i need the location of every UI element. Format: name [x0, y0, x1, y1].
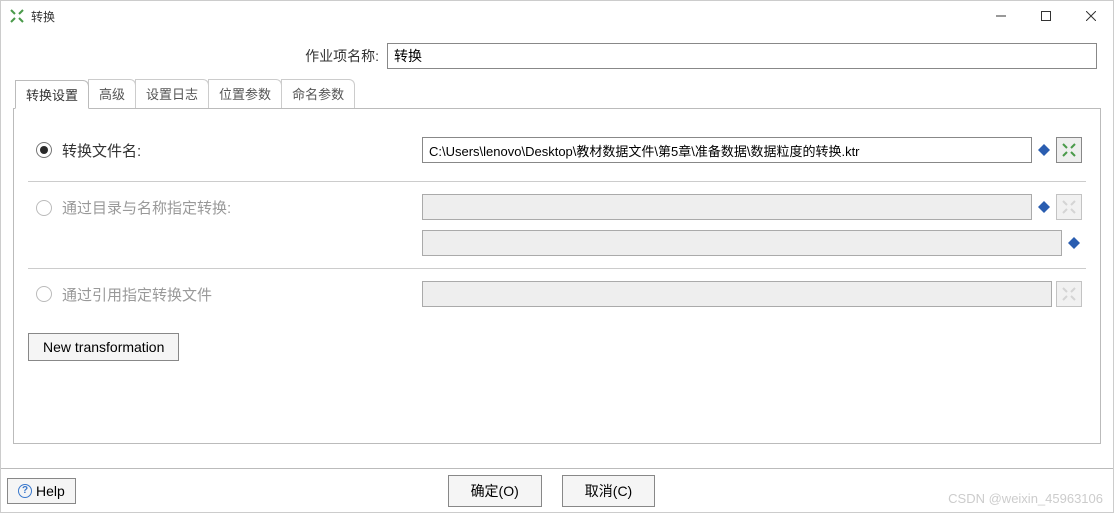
tabs: 转换设置 高级 设置日志 位置参数 命名参数	[13, 79, 1101, 109]
radio-ref-wrap[interactable]: 通过引用指定转换文件	[32, 284, 422, 305]
minimize-button[interactable]	[978, 2, 1023, 30]
job-name-row: 作业项名称:	[13, 43, 1101, 69]
close-button[interactable]	[1068, 2, 1113, 30]
section-file: 转换文件名:	[28, 123, 1086, 182]
app-icon	[9, 8, 25, 24]
ref-input	[422, 281, 1052, 307]
footer: ? Help 确定(O) 取消(C)	[1, 468, 1113, 512]
window-title: 转换	[31, 8, 978, 25]
section-dirname: 通过目录与名称指定转换:	[28, 182, 1086, 269]
radio-ref-label: 通过引用指定转换文件	[62, 284, 212, 305]
file-field-wrap	[422, 137, 1082, 163]
browse-button-disabled	[1056, 194, 1082, 220]
radio-file-wrap[interactable]: 转换文件名:	[32, 140, 422, 161]
section-ref: 通过引用指定转换文件	[28, 269, 1086, 319]
tab-transform-settings[interactable]: 转换设置	[15, 80, 89, 109]
radio-dirname-wrap[interactable]: 通过目录与名称指定转换:	[32, 194, 422, 218]
new-transformation-button[interactable]: New transformation	[28, 333, 179, 361]
directory-input	[422, 194, 1032, 220]
new-transformation-row: New transformation	[28, 333, 1086, 361]
tab-panel: 转换文件名: 通过目录与名称指定转换:	[13, 109, 1101, 444]
variable-icon	[1036, 199, 1052, 215]
ok-button[interactable]: 确定(O)	[448, 475, 542, 507]
radio-dirname[interactable]	[36, 200, 52, 216]
file-path-input[interactable]	[422, 137, 1032, 163]
name-input	[422, 230, 1062, 256]
variable-icon	[1066, 235, 1082, 251]
content-area: 作业项名称: 转换设置 高级 设置日志 位置参数 命名参数 转换文件名:	[1, 31, 1113, 444]
window-controls	[978, 2, 1113, 30]
help-label: Help	[36, 483, 65, 499]
tab-position-params[interactable]: 位置参数	[208, 79, 282, 108]
dialog-window: 转换 作业项名称: 转换设置 高级 设置日志 位置参数 命名参数 转换文件名:	[0, 0, 1114, 513]
dirname-fields	[422, 194, 1082, 256]
maximize-button[interactable]	[1023, 2, 1068, 30]
cancel-button[interactable]: 取消(C)	[562, 475, 655, 507]
variable-icon[interactable]	[1036, 142, 1052, 158]
ref-field-wrap	[422, 281, 1082, 307]
browse-button[interactable]	[1056, 137, 1082, 163]
radio-ref[interactable]	[36, 286, 52, 302]
tab-advanced[interactable]: 高级	[88, 79, 136, 108]
tab-logging[interactable]: 设置日志	[135, 79, 209, 108]
help-button[interactable]: ? Help	[7, 478, 76, 504]
radio-dirname-label: 通过目录与名称指定转换:	[62, 197, 231, 218]
footer-actions: 确定(O) 取消(C)	[76, 475, 1027, 507]
radio-file[interactable]	[36, 142, 52, 158]
job-name-label: 作业项名称:	[17, 46, 387, 66]
browse-button-disabled	[1056, 281, 1082, 307]
radio-file-label: 转换文件名:	[62, 140, 141, 161]
job-name-input[interactable]	[387, 43, 1097, 69]
tab-named-params[interactable]: 命名参数	[281, 79, 355, 108]
help-icon: ?	[18, 484, 32, 498]
titlebar: 转换	[1, 1, 1113, 31]
